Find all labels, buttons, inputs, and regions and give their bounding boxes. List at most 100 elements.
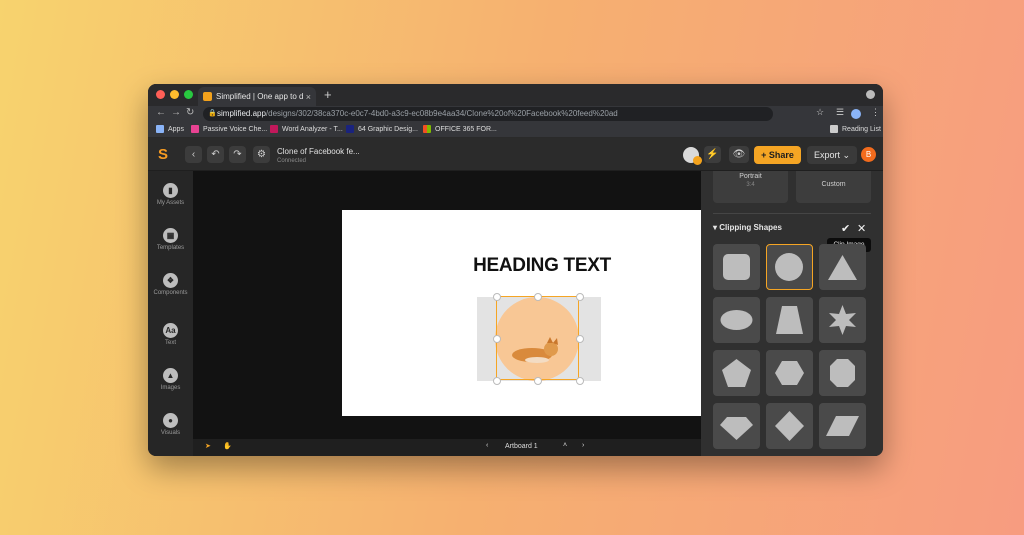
tab-bar: Simplified | One app to design... × +: [148, 84, 883, 106]
portrait-label: Portrait: [739, 173, 762, 180]
address-bar-row: ← → ↻ 🔒 simplified.app/designs/302/38ca3…: [148, 106, 883, 122]
clip-shape-circle[interactable]: [766, 244, 813, 290]
reading-list-icon: [830, 125, 838, 133]
circle-icon: [775, 253, 803, 281]
selection-box[interactable]: [496, 296, 579, 380]
microsoft-icon: [423, 125, 431, 133]
bookmark-word-analyzer[interactable]: Word Analyzer - T...: [270, 125, 343, 133]
resize-handle[interactable]: [576, 377, 584, 385]
pointer-tool-icon[interactable]: ➤: [205, 442, 211, 450]
user-avatar[interactable]: B: [861, 147, 876, 162]
left-sidebar: ▮ My Assets ▦ Templates ❖ Components Aa Text…: [148, 171, 193, 456]
resize-handle[interactable]: [576, 293, 584, 301]
rounded-square-icon: [723, 254, 750, 280]
url-path: /designs/302/38ca370c-e0c7-4bd0-a3c9-ec0…: [265, 109, 618, 118]
ellipse-icon: [720, 310, 753, 330]
artboard[interactable]: HEADING TEXT: [342, 210, 701, 416]
add-user-icon: +: [761, 150, 767, 160]
sidebar-item-visuals[interactable]: ● Visuals: [148, 413, 193, 436]
settings-button[interactable]: ⚙: [253, 146, 270, 163]
image-icon: ▲: [163, 368, 178, 383]
bookmark-office-365[interactable]: OFFICE 365 FOR...: [423, 125, 497, 133]
clip-shape-ellipse[interactable]: [713, 297, 760, 343]
custom-size-card[interactable]: Custom: [796, 171, 871, 203]
resize-handle[interactable]: [493, 377, 501, 385]
maximize-window-button[interactable]: [184, 90, 193, 99]
bookmark-star-icon[interactable]: ☆: [816, 107, 824, 118]
resize-handle[interactable]: [493, 335, 501, 343]
trapezoid-icon: [776, 306, 803, 334]
url-field[interactable]: 🔒 simplified.app/designs/302/38ca370c-e0…: [203, 107, 773, 121]
sidebar-item-templates[interactable]: ▦ Templates: [148, 228, 193, 251]
next-artboard-icon[interactable]: ›: [582, 442, 584, 449]
prev-artboard-icon[interactable]: ‹: [486, 442, 488, 449]
clip-shape-rounded-square[interactable]: [713, 244, 760, 290]
clip-shape-parallelogram[interactable]: [819, 403, 866, 449]
clip-shape-trapezoid[interactable]: [766, 297, 813, 343]
reload-icon[interactable]: ↻: [186, 107, 194, 118]
extensions-icon[interactable]: ☰: [836, 107, 844, 118]
close-icon[interactable]: ✕: [857, 222, 866, 235]
chevron-down-icon: ▾: [713, 223, 718, 232]
clip-shape-triangle[interactable]: [819, 244, 866, 290]
minimize-window-button[interactable]: [170, 90, 179, 99]
resize-handle[interactable]: [534, 293, 542, 301]
back-icon[interactable]: ←: [156, 107, 166, 118]
lightning-button[interactable]: ⚡: [704, 146, 721, 163]
templates-icon: ▦: [163, 228, 178, 243]
new-tab-button[interactable]: +: [324, 87, 332, 102]
portrait-size-card[interactable]: Portrait 3:4: [713, 171, 788, 203]
resize-handle[interactable]: [493, 293, 501, 301]
browser-kebab-icon[interactable]: ⋮: [871, 107, 880, 118]
simplified-favicon-icon: [203, 92, 212, 101]
preview-eye-button[interactable]: 👁: [729, 146, 749, 163]
panel-divider: [713, 213, 871, 214]
clip-shape-hexagon[interactable]: [766, 350, 813, 396]
heading-text[interactable]: HEADING TEXT: [342, 255, 742, 277]
artboard-label[interactable]: Artboard 1: [505, 443, 538, 450]
sidebar-item-components[interactable]: ❖ Components: [148, 273, 193, 296]
browser-tab[interactable]: Simplified | One app to design... ×: [198, 87, 316, 106]
document-title[interactable]: Clone of Facebook fe...: [277, 147, 360, 156]
octagon-icon: [830, 359, 855, 387]
clip-shape-diamond[interactable]: [766, 403, 813, 449]
sidebar-item-text[interactable]: Aa Text: [148, 323, 193, 346]
undo-button[interactable]: ↶: [207, 146, 224, 163]
url-domain: simplified.app: [217, 109, 266, 118]
window-controls: [156, 90, 193, 99]
close-window-button[interactable]: [156, 90, 165, 99]
chevron-up-icon[interactable]: ˄: [563, 442, 567, 449]
clip-shape-star[interactable]: [819, 297, 866, 343]
tab-close-icon[interactable]: ×: [306, 92, 311, 102]
hand-tool-icon[interactable]: ✋: [223, 442, 232, 450]
redo-button[interactable]: ↷: [229, 146, 246, 163]
connection-status: Connected: [277, 158, 307, 164]
sidebar-item-my-assets[interactable]: ▮ My Assets: [148, 183, 193, 206]
profile-avatar[interactable]: [851, 109, 861, 119]
bookmark-apps[interactable]: Apps: [156, 125, 184, 133]
clip-shape-gem[interactable]: [713, 403, 760, 449]
bookmark-graphic-design[interactable]: 64 Graphic Desig...: [346, 125, 418, 133]
collaborator-avatar[interactable]: [683, 147, 702, 165]
design-canvas[interactable]: HEADING TEXT: [193, 171, 701, 439]
diamond-icon: [775, 411, 804, 441]
simplified-logo[interactable]: S: [158, 146, 168, 163]
gem-icon: [720, 417, 753, 440]
sidebar-item-images[interactable]: ▲ Images: [148, 368, 193, 391]
clip-shape-octagon[interactable]: [819, 350, 866, 396]
browser-menu-icon[interactable]: [866, 90, 875, 99]
back-button[interactable]: ‹: [185, 146, 202, 163]
resize-handle[interactable]: [576, 335, 584, 343]
clipping-shapes-header[interactable]: ▾ Clipping Shapes: [713, 223, 782, 232]
canvas-bottom-bar: ➤ ✋ ‹ Artboard 1 ˄ ›: [193, 439, 701, 456]
resize-handle[interactable]: [534, 377, 542, 385]
custom-label: Custom: [821, 181, 846, 188]
apply-check-icon[interactable]: ✔: [841, 222, 850, 235]
clip-shape-pentagon[interactable]: [713, 350, 760, 396]
share-button[interactable]: + Share: [754, 146, 801, 164]
forward-icon[interactable]: →: [171, 107, 181, 118]
export-button[interactable]: Export ⌄: [807, 146, 857, 164]
reading-list[interactable]: Reading List: [830, 125, 881, 133]
collaborator-badge: [693, 156, 702, 165]
bookmark-passive-voice[interactable]: Passive Voice Che...: [191, 125, 267, 133]
